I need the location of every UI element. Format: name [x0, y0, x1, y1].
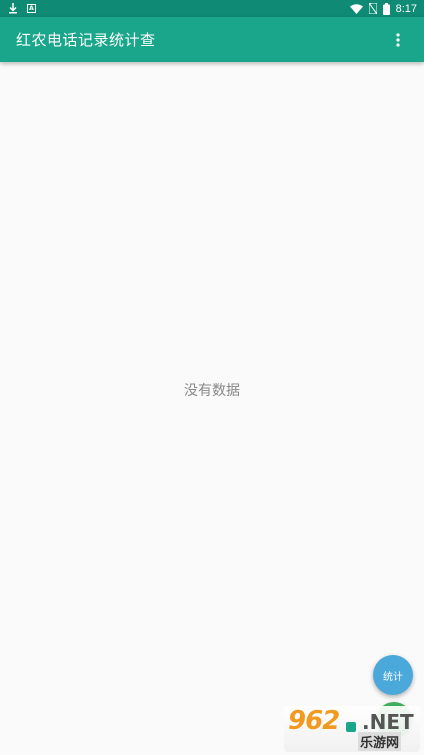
more-vert-icon [396, 32, 400, 47]
overflow-menu-button[interactable] [386, 28, 410, 52]
status-time: 8:17 [395, 2, 417, 15]
download-icon [8, 3, 18, 14]
status-right: 8:17 [349, 2, 417, 15]
site-watermark: 962 .NET 乐游网 [284, 706, 420, 752]
stats-fab-button[interactable]: 统计 [373, 655, 413, 695]
status-bar: A 8:17 [0, 0, 424, 17]
watermark-number: 962 [288, 706, 340, 736]
status-left: A [8, 3, 36, 14]
main-content[interactable]: 没有数据 [0, 62, 424, 755]
app-bar: 红农电话记录统计查 [0, 17, 424, 62]
no-sim-icon [368, 3, 377, 14]
empty-state-message: 没有数据 [184, 383, 240, 399]
watermark-site-name: 乐游网 [358, 732, 402, 751]
app-title: 红农电话记录统计查 [16, 31, 156, 49]
watermark-suffix: .NET [362, 710, 414, 734]
battery-icon [382, 2, 390, 15]
a-notification-icon: A [27, 4, 36, 13]
watermark-dot [346, 722, 356, 732]
wifi-icon [349, 3, 363, 14]
